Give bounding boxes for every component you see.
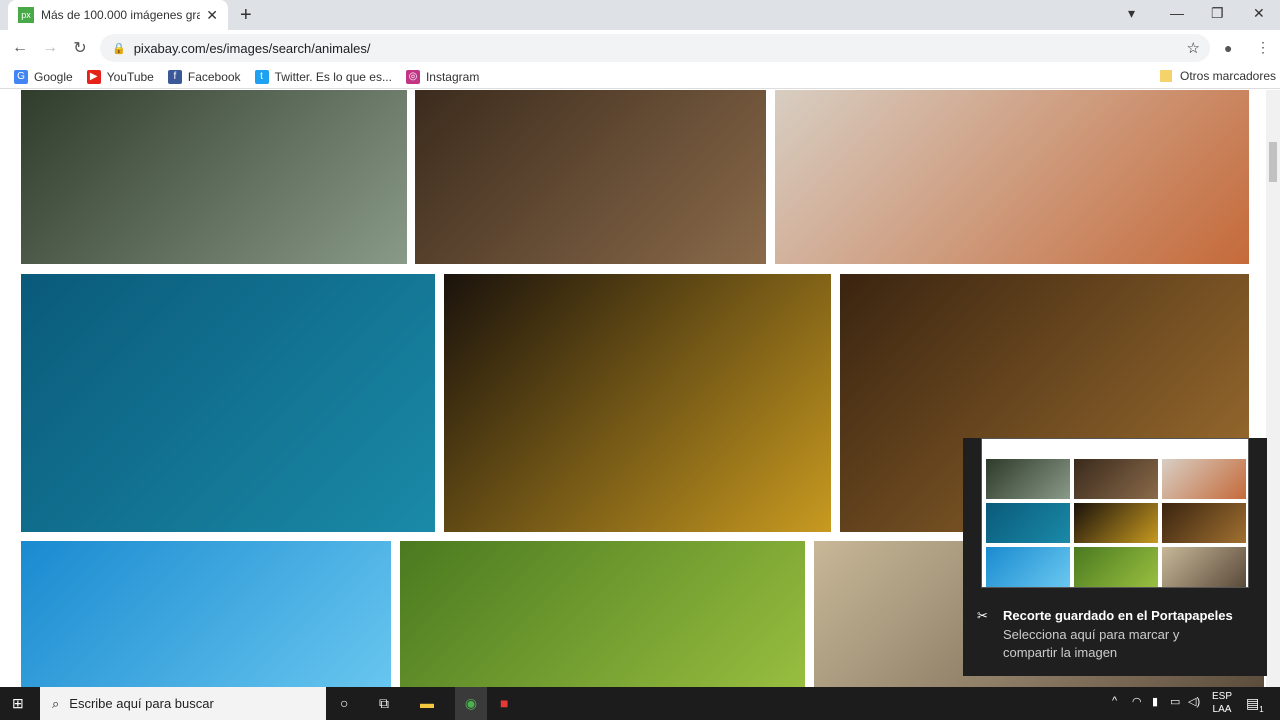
minimize-button[interactable]: —: [1170, 5, 1184, 21]
bookmark-label: Google: [34, 69, 73, 84]
other-bookmarks[interactable]: Otros marcadores: [1160, 69, 1276, 83]
task-view-icon[interactable]: ⧉: [379, 695, 389, 712]
bookmark-label: YouTube: [106, 69, 154, 84]
scrollbar-thumb[interactable]: [1269, 142, 1277, 182]
bookmark-label: Facebook: [187, 69, 241, 84]
bookmark-icon: G: [14, 69, 28, 84]
microphone-icon[interactable]: ▮: [1152, 695, 1158, 708]
image-elephant[interactable]: [21, 90, 407, 264]
browser-toolbar: ← → ↻ 🔒 pixabay.com/es/images/search/ani…: [0, 30, 1280, 65]
toast-body: Selecciona aquí para marcar y compartir …: [1003, 627, 1180, 660]
layout: LAA: [1212, 704, 1232, 715]
image-owl[interactable]: [415, 90, 766, 264]
new-tab-button[interactable]: +: [240, 4, 252, 27]
bookmark-icon: t: [254, 69, 269, 84]
bookmark-icon: ◎: [405, 69, 420, 84]
url-text: pixabay.com/es/images/search/animales/: [133, 40, 371, 56]
language-indicator[interactable]: ESP LAA: [1212, 690, 1232, 716]
search-placeholder: Escribe aquí para buscar: [69, 696, 214, 711]
preview-thumb: [1074, 459, 1158, 499]
preview-thumb: [1162, 547, 1246, 587]
tab-active[interactable]: px Más de 100.000 imágenes gratis ✕: [8, 0, 228, 30]
bookmark-label: Twitter. Es lo que es...: [274, 69, 392, 84]
menu-icon[interactable]: ⋮: [1256, 39, 1270, 56]
restore-button[interactable]: ❐: [1211, 5, 1224, 22]
preview-thumb: [986, 547, 1070, 587]
image-turtle[interactable]: [21, 274, 435, 532]
image-dove-leaves[interactable]: [775, 90, 1249, 264]
back-button[interactable]: ←: [5, 39, 35, 57]
preview-thumb: [986, 503, 1070, 543]
image-macaw[interactable]: [444, 274, 831, 532]
bookmark-label: Instagram: [425, 69, 480, 84]
file-explorer-icon[interactable]: ▬: [420, 695, 434, 711]
snip-preview: [981, 438, 1249, 588]
wifi-icon[interactable]: ◠: [1132, 695, 1142, 708]
pixabay-favicon: px: [18, 7, 34, 23]
bookmark-facebook[interactable]: f Facebook: [167, 69, 241, 84]
bookmark-icon: f: [167, 69, 182, 84]
bookmark-youtube[interactable]: ▶ YouTube: [86, 69, 154, 84]
battery-icon[interactable]: ▭: [1170, 695, 1180, 708]
tab-strip: px Más de 100.000 imágenes gratis ✕ + ▾ …: [0, 0, 1280, 30]
taskbar-search[interactable]: ⌕ Escribe aquí para buscar: [40, 687, 326, 720]
folder-icon: [1160, 70, 1172, 82]
bookmark-instagram[interactable]: ◎ Instagram: [405, 69, 480, 84]
notification-count: 1: [1259, 704, 1264, 714]
lang: ESP: [1212, 691, 1233, 702]
windows-start-icon[interactable]: ⊞: [12, 695, 24, 712]
notifications-icon[interactable]: ▤1: [1246, 695, 1264, 714]
bookmark-icon: ▶: [86, 69, 101, 84]
preview-thumb: [986, 459, 1070, 499]
image-kitten[interactable]: [400, 541, 805, 687]
star-icon[interactable]: ☆: [1187, 39, 1200, 57]
toast-title: Recorte guardado en el Portapapeles: [1003, 608, 1233, 623]
tray-chevron-icon[interactable]: ^: [1112, 695, 1117, 707]
profile-menu-icon[interactable]: ▾: [1128, 5, 1135, 22]
lock-icon: 🔒: [112, 42, 126, 55]
preview-thumb: [1074, 547, 1158, 587]
volume-icon[interactable]: ◁): [1188, 695, 1200, 708]
preview-thumb: [1162, 503, 1246, 543]
forward-button[interactable]: →: [35, 39, 65, 57]
image-dolphin[interactable]: [21, 541, 391, 687]
close-window-button[interactable]: ✕: [1253, 5, 1265, 22]
chrome-icon[interactable]: ◉: [455, 687, 487, 720]
snip-icon: ✂: [977, 608, 988, 623]
search-icon: ⌕: [52, 695, 60, 711]
account-icon[interactable]: ●: [1224, 40, 1232, 56]
address-bar[interactable]: 🔒 pixabay.com/es/images/search/animales/…: [100, 34, 1210, 62]
bookmark-google[interactable]: G Google: [14, 69, 73, 84]
other-bookmarks-label: Otros marcadores: [1180, 69, 1277, 83]
bookmark-twitter[interactable]: t Twitter. Es lo que es...: [254, 69, 392, 84]
close-tab-icon[interactable]: ✕: [206, 7, 218, 24]
snip-notification[interactable]: ✂ Recorte guardado en el Portapapeles Se…: [963, 438, 1267, 676]
scrollbar[interactable]: [1266, 90, 1280, 687]
taskbar: ⊞ ⌕ Escribe aquí para buscar ○ ⧉ ▬ ◉ ■ ^…: [0, 687, 1280, 720]
preview-thumb: [1162, 459, 1246, 499]
cortana-icon[interactable]: ○: [340, 695, 348, 711]
bookmarks-bar: G Google ▶ YouTube f Facebook t Twitter. Es lo …: [0, 65, 1280, 89]
app-icon[interactable]: ■: [500, 695, 508, 711]
reload-button[interactable]: ↻: [65, 38, 95, 58]
tab-title: Más de 100.000 imágenes gratis: [41, 8, 201, 22]
preview-thumb: [1074, 503, 1158, 543]
